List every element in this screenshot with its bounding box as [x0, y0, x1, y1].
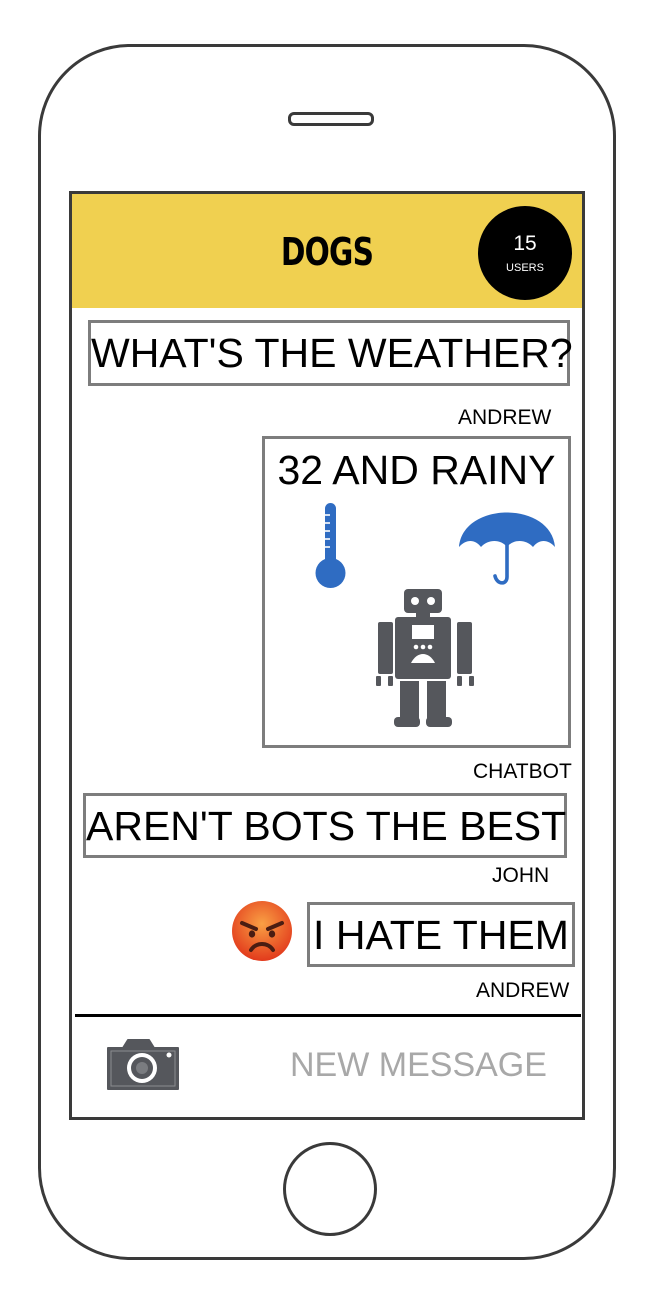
- phone-screen: DOGS 15 USERS WHAT'S THE WEATHER? ANDREW…: [69, 191, 585, 1120]
- users-badge[interactable]: 15 USERS: [478, 206, 572, 300]
- chatbot-card[interactable]: 32 AND RAINY: [262, 436, 571, 748]
- message-sender: CHATBOT: [473, 760, 572, 783]
- message-text: AREN'T BOTS THE BEST: [86, 803, 567, 849]
- home-button[interactable]: [283, 1142, 377, 1236]
- message-text: I HATE THEM: [313, 912, 569, 958]
- message-text: WHAT'S THE WEATHER?: [91, 330, 573, 376]
- chat-header: DOGS 15 USERS: [72, 194, 582, 308]
- message-bubble[interactable]: AREN'T BOTS THE BEST: [83, 793, 567, 858]
- message-sender: ANDREW: [476, 979, 570, 1002]
- message-bubble[interactable]: I HATE THEM: [307, 902, 575, 967]
- robot-icon: [376, 589, 474, 727]
- message-sender: ANDREW: [458, 406, 552, 429]
- users-count: 15: [513, 232, 537, 255]
- thermometer-icon: [315, 503, 346, 588]
- camera-icon[interactable]: [105, 1036, 181, 1092]
- composer-divider: [75, 1014, 581, 1017]
- message-sender: JOHN: [492, 864, 550, 887]
- message-bubble[interactable]: WHAT'S THE WEATHER?: [88, 320, 573, 386]
- angry-face-icon: [232, 901, 292, 961]
- message-text: 32 AND RAINY: [277, 447, 556, 493]
- speaker-slot: [288, 112, 374, 126]
- umbrella-icon: [459, 512, 555, 585]
- new-message-input[interactable]: NEW MESSAGE: [290, 1046, 547, 1085]
- chat-title: DOGS: [280, 230, 374, 274]
- users-label: USERS: [506, 262, 544, 274]
